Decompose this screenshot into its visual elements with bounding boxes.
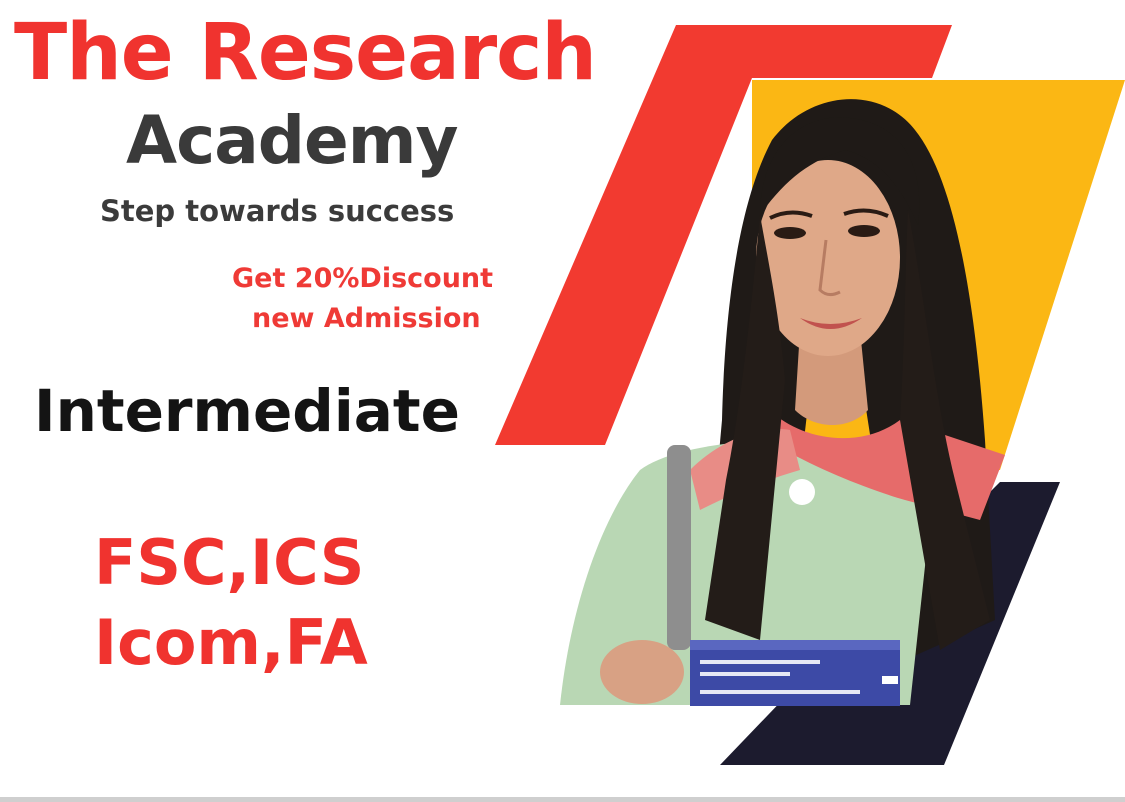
programs-line2: Icom,FA bbox=[94, 606, 368, 679]
discount-offer-line1: Get 20%Discount bbox=[232, 263, 494, 294]
education-level: Intermediate bbox=[34, 377, 460, 445]
programs-line1: FSC,ICS bbox=[94, 526, 365, 599]
tagline: Step towards success bbox=[100, 194, 455, 228]
academy-title-line2: Academy bbox=[126, 102, 459, 179]
bottom-divider bbox=[0, 797, 1125, 802]
promo-banner: The Research Academy Step towards succes… bbox=[0, 0, 1125, 802]
academy-title-line1: The Research bbox=[14, 8, 597, 98]
discount-offer-line2: new Admission bbox=[252, 303, 481, 334]
